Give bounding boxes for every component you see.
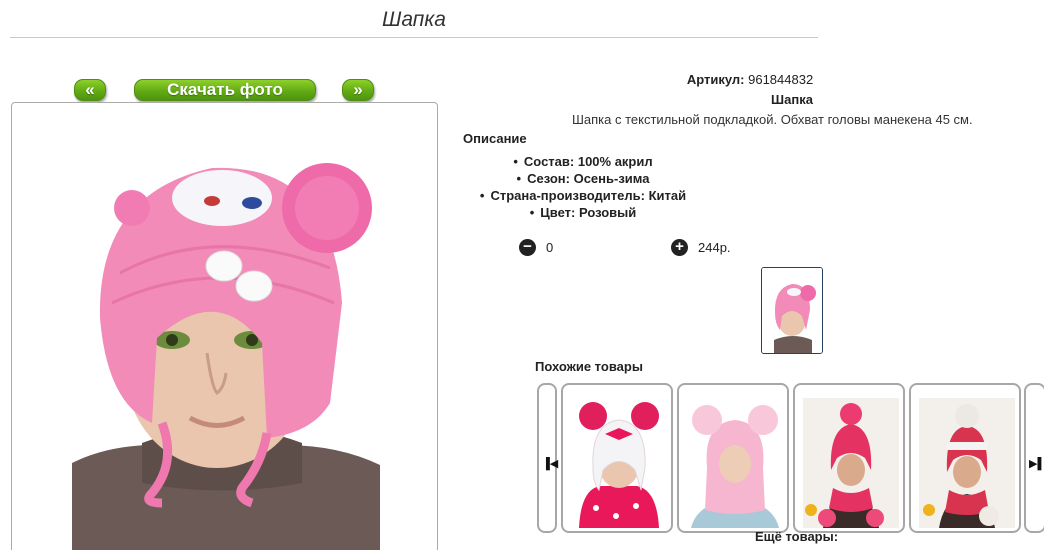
prev-photo-button[interactable]: « [74,79,106,101]
product-thumbnail[interactable] [761,267,823,354]
quantity-value: 0 [546,240,554,255]
similar-product-card[interactable] [561,383,673,533]
minus-circle-icon[interactable]: − [519,239,536,256]
product-specs-list: Состав: 100% акрил Сезон: Осень-зима Стр… [463,153,703,221]
product-photo-image [72,163,380,550]
carousel-prev-button[interactable]: ▐◀ [537,383,559,533]
product-description: Шапка с текстильной подкладкой. Обхват г… [572,112,973,127]
skip-forward-icon: ▶▌ [1029,458,1044,470]
download-photo-button[interactable]: Скачать фото [134,79,316,101]
spec-composition: Состав: 100% акрил [463,153,703,170]
page-title: Шапка [10,6,818,38]
carousel-next-button[interactable]: ▶▌ [1024,383,1044,533]
skip-back-icon: ▐◀ [542,458,559,470]
description-heading: Описание [463,131,527,146]
similar-product-card[interactable] [793,383,905,533]
similar-products-heading: Похожие товары [535,359,643,374]
price: 244р. [698,240,731,255]
similar-product-image [687,398,783,528]
spec-color: Цвет: Розовый [463,204,703,221]
similar-product-card[interactable] [909,383,1021,533]
similar-product-image [803,398,899,528]
thumbnail-image [762,268,822,353]
similar-product-image [571,398,667,528]
spec-season: Сезон: Осень-зима [463,170,703,187]
plus-circle-icon[interactable]: + [671,239,688,256]
main-product-photo[interactable] [11,102,438,550]
spec-country: Страна-производитель: Китай [463,187,703,204]
similar-product-card[interactable] [677,383,789,533]
similar-product-image [919,398,1015,528]
article-number: Артикул: 961844832 [686,72,814,87]
next-photo-button[interactable]: » [342,79,374,101]
more-products-heading: Ещё товары: [755,529,839,544]
product-name: Шапка [771,92,813,107]
